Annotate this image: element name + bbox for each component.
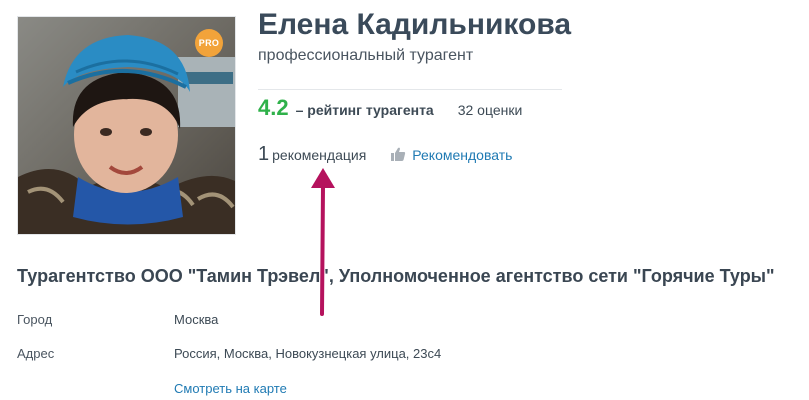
recommendation-count: 1: [258, 143, 270, 165]
agent-name: Елена Кадильникова: [258, 8, 572, 41]
thumbs-up-icon: [391, 147, 406, 161]
recommendation-label: рекомендация: [272, 147, 367, 163]
agency-title: Турагентство ООО "Тамин Трэвел", Уполном…: [17, 266, 775, 286]
address-label: Адрес: [17, 346, 55, 361]
rating-row: 4.2 – рейтинг турагента 32 оценки: [258, 95, 522, 127]
annotation-arrow-shaft: [320, 184, 325, 316]
address-value: Россия, Москва, Новокузнецкая улица, 23с…: [174, 346, 442, 361]
agent-role: профессиональный турагент: [258, 47, 474, 64]
rating-label: – рейтинг турагента: [295, 102, 434, 118]
recommend-button[interactable]: Рекомендовать: [390, 144, 512, 163]
view-on-map-link[interactable]: Смотреть на карте: [174, 381, 287, 396]
recommendations-row: 1 рекомендация Рекомендовать: [258, 143, 512, 171]
recommend-button-label: Рекомендовать: [412, 147, 513, 163]
rating-value: 4.2: [258, 95, 289, 120]
pro-badge: PRO: [195, 29, 223, 57]
city-label: Город: [17, 312, 53, 327]
divider: [258, 89, 562, 90]
city-value: Москва: [174, 312, 219, 327]
rating-count[interactable]: 32 оценки: [458, 102, 523, 118]
annotation-arrow-head: [311, 168, 335, 188]
